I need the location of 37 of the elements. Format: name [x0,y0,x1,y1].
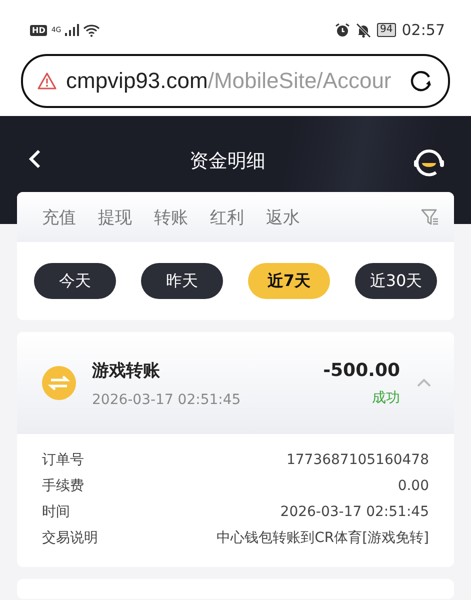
detail-label: 订单号 [42,451,84,469]
url-text: cmpvip93.com/MobileSite/Accour [66,68,392,94]
filter-icon[interactable] [420,207,440,227]
hd-badge: HD [30,24,48,36]
detail-value: 0.00 [398,478,429,494]
headset-icon[interactable] [413,148,445,178]
detail-value: 2026-03-17 02:51:45 [280,504,429,520]
detail-value: 中心钱包转账到CR体育[游戏免转] [216,529,429,547]
transaction-title: 游戏转账 [92,360,161,382]
page-title: 资金明细 [190,149,266,174]
date-range-button[interactable]: 昨天 [141,263,223,299]
transaction-status: 成功 [372,388,400,406]
address-bar[interactable]: cmpvip93.com/MobileSite/Accour [21,54,450,108]
detail-value: 1773687105160478 [286,452,429,468]
category-tab[interactable]: 充值 [42,206,76,228]
category-tab[interactable]: 转账 [154,206,188,228]
date-range-button[interactable]: 近30天 [355,263,437,299]
category-tab[interactable]: 红利 [210,206,244,228]
transaction-amount: -500.00 [323,360,400,380]
transfer-icon [42,366,76,400]
alarm-icon [335,22,350,38]
wifi-icon [83,24,100,36]
muted-bell-icon [356,22,372,38]
detail-label: 时间 [42,503,70,521]
back-icon[interactable] [28,148,42,170]
warning-icon [37,72,57,90]
date-range-button[interactable]: 近7天 [248,263,330,299]
clock-time: 02:57 [402,21,445,39]
category-tab[interactable]: 提现 [98,206,132,228]
detail-label: 手续费 [42,477,84,495]
category-tab[interactable]: 返水 [266,206,300,228]
signal-icon [65,24,80,36]
battery-level: 94 [377,23,396,37]
reload-icon[interactable] [408,68,434,94]
date-range-button[interactable]: 今天 [34,263,116,299]
transaction-time: 2026-03-17 02:51:45 [92,392,242,408]
detail-label: 交易说明 [42,529,98,547]
